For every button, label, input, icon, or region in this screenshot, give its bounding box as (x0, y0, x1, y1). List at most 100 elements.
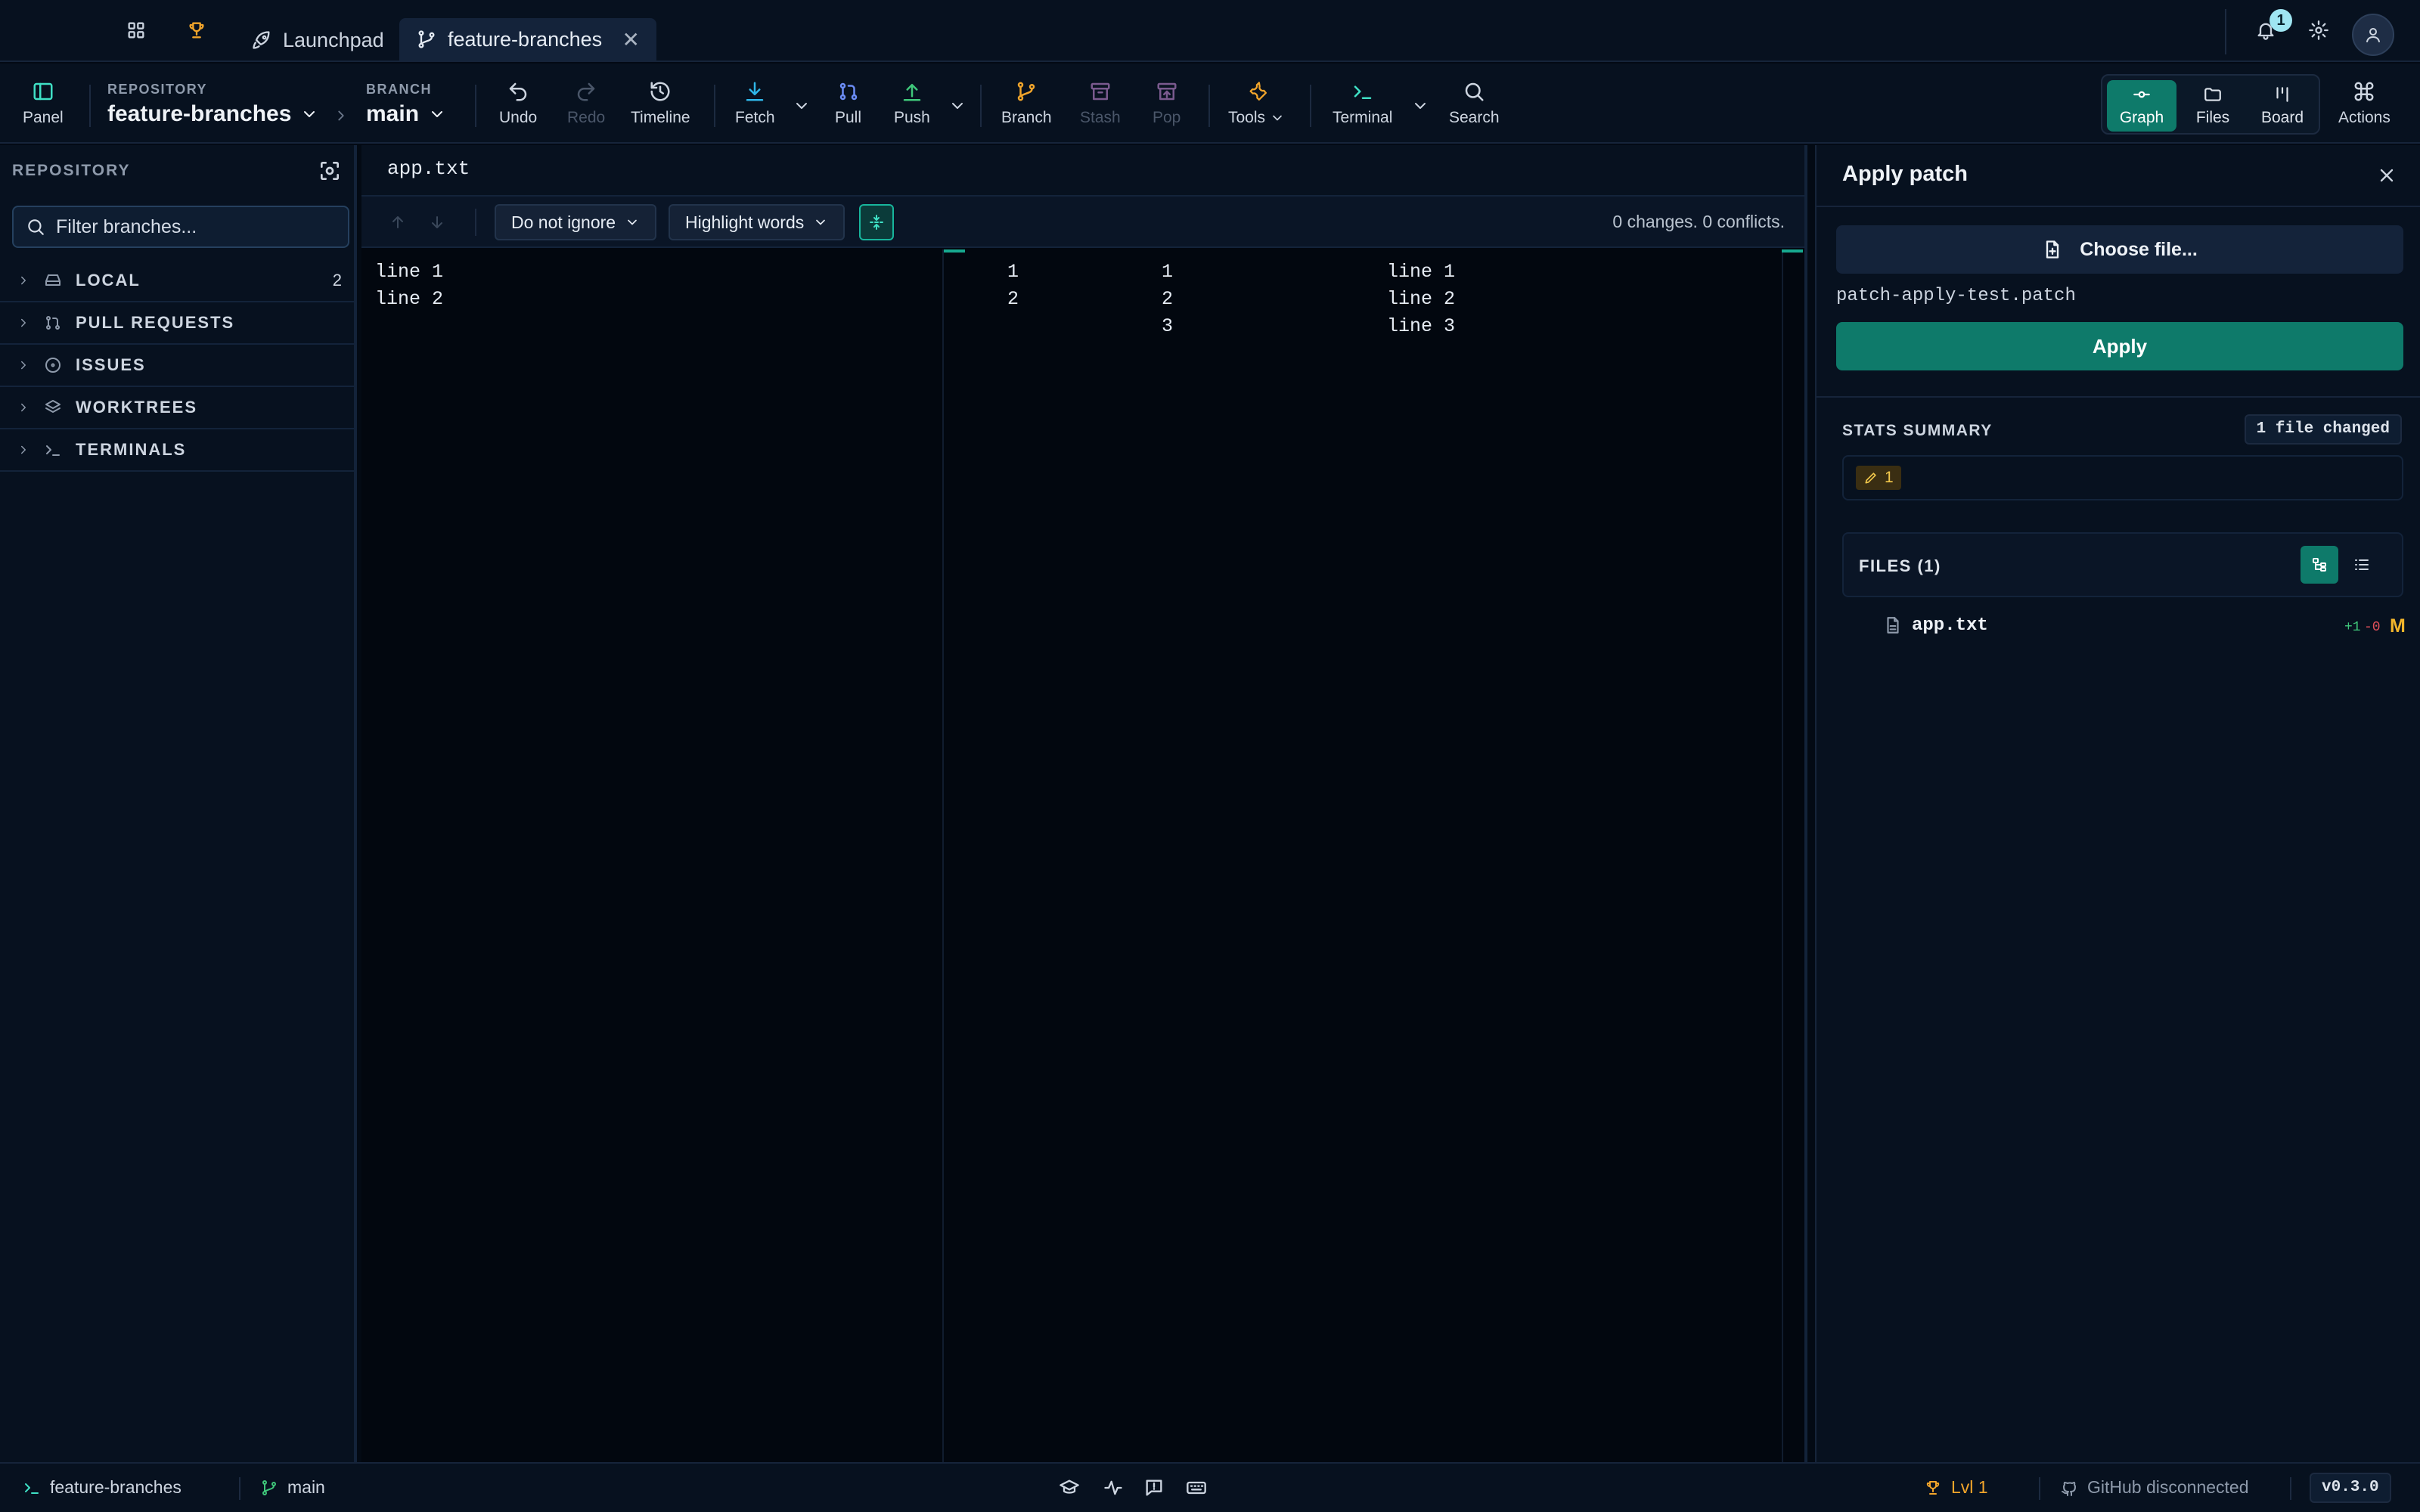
fetch-label: Fetch (735, 109, 775, 126)
tree-view-button[interactable] (2301, 546, 2338, 584)
file-icon (1883, 615, 1903, 635)
pop-button[interactable]: Pop (1153, 80, 1181, 127)
divider (1817, 396, 2420, 398)
trophy-icon[interactable] (186, 20, 207, 41)
level-indicator[interactable]: Lvl 1 (1924, 1477, 1988, 1498)
sidebar-section-terminals[interactable]: TERMINALS (0, 429, 354, 472)
activity-icon[interactable] (1103, 1477, 1124, 1498)
actions-button[interactable]: Actions (2338, 80, 2391, 127)
upload-icon (901, 80, 923, 103)
fetch-button[interactable]: Fetch (735, 80, 775, 127)
push-button[interactable]: Push (894, 80, 930, 127)
undo-button[interactable]: Undo (499, 80, 537, 127)
new-line-number: 2 (1162, 288, 1174, 310)
branch-button[interactable]: Branch (1001, 80, 1052, 127)
selected-patch-file: patch-apply-test.patch (1836, 286, 2076, 306)
whitespace-select[interactable]: Do not ignore (495, 204, 657, 240)
tools-button[interactable]: Tools (1228, 80, 1285, 127)
panel-resize-handle[interactable] (1804, 145, 1807, 1462)
diff-scrollbar-track[interactable] (1782, 249, 1783, 1462)
undo-icon (507, 80, 529, 103)
terminal-icon (1351, 80, 1374, 103)
tab-feature-branches[interactable]: feature-branches ✕ (399, 18, 656, 60)
focus-icon[interactable] (318, 159, 342, 183)
divider (2225, 9, 2226, 54)
fetch-options-chevron-icon[interactable] (793, 97, 811, 115)
status-repository[interactable]: feature-branches (23, 1477, 182, 1498)
panel-button[interactable]: Panel (23, 80, 64, 127)
avatar[interactable] (2352, 14, 2394, 56)
diff-right-pane: line 1 line 2 line 3 (945, 249, 1807, 1462)
stash-label: Stash (1080, 109, 1121, 126)
files-view-button[interactable]: Files (2178, 80, 2248, 132)
previous-change-icon[interactable] (389, 213, 407, 231)
filter-branches-input[interactable]: Filter branches... (12, 206, 349, 248)
status-bar: feature-branches main Lvl 1 GitHub disco… (0, 1462, 2420, 1512)
new-line-number: 3 (1162, 315, 1174, 337)
stash-button[interactable]: Stash (1080, 80, 1121, 127)
divider (2290, 1477, 2291, 1500)
close-tab-icon[interactable]: ✕ (622, 27, 640, 52)
panel-title: Apply patch (1842, 162, 1968, 186)
repository-selector[interactable]: feature-branches (107, 101, 318, 127)
apply-button[interactable]: Apply (1836, 322, 2403, 370)
sidebar-section-label: LOCAL (76, 271, 141, 290)
branch-icon (1015, 80, 1038, 103)
chevron-down-icon (625, 215, 640, 230)
github-status[interactable]: GitHub disconnected (2060, 1477, 2249, 1498)
collapse-unchanged-toggle[interactable] (859, 204, 894, 240)
branch-selector[interactable]: main (366, 101, 446, 127)
close-icon[interactable] (2376, 165, 2397, 186)
trophy-icon (1924, 1479, 1942, 1497)
tab-launchpad-label: Launchpad (283, 28, 384, 51)
next-change-icon[interactable] (428, 213, 446, 231)
board-view-button[interactable]: Board (2248, 80, 2317, 132)
choose-file-label: Choose file... (2080, 238, 2198, 260)
grid-icon[interactable] (126, 20, 147, 41)
sidebar-section-label: ISSUES (76, 355, 146, 374)
redo-label: Redo (567, 109, 606, 126)
status-branch-name: main (287, 1477, 325, 1497)
right-line-3: line 3 (1387, 315, 1456, 337)
history-icon (649, 80, 672, 103)
tree-icon (2310, 556, 2328, 574)
whitespace-select-value: Do not ignore (511, 212, 616, 232)
search-label: Search (1449, 109, 1500, 126)
graph-view-button[interactable]: Graph (2107, 80, 2176, 132)
choose-file-button[interactable]: Choose file... (1836, 225, 2403, 274)
branch-caption: BRANCH (366, 82, 432, 97)
search-button[interactable]: Search (1449, 80, 1500, 127)
status-branch[interactable]: main (260, 1477, 325, 1498)
keyboard-icon[interactable] (1186, 1477, 1207, 1498)
apply-patch-panel: Apply patch Choose file... patch-apply-t… (1815, 145, 2420, 1462)
repository-name: feature-branches (107, 101, 292, 126)
sidebar-section-worktrees[interactable]: WORKTREES (0, 387, 354, 429)
file-status-badge: M (2390, 615, 2406, 637)
sidebar-section-issues[interactable]: ISSUES (0, 345, 354, 387)
redo-button[interactable]: Redo (567, 80, 605, 127)
sidebar-section-local[interactable]: LOCAL 2 (0, 260, 354, 302)
local-branch-count: 2 (332, 271, 342, 290)
kanban-icon (2273, 85, 2292, 104)
feedback-icon[interactable] (1143, 1477, 1165, 1498)
tab-launchpad[interactable]: Launchpad (240, 18, 395, 62)
board-view-label: Board (2260, 109, 2304, 126)
push-options-chevron-icon[interactable] (948, 97, 966, 115)
graduation-cap-icon[interactable] (1059, 1477, 1080, 1498)
timeline-button[interactable]: Timeline (631, 80, 690, 127)
wrench-icon (1246, 80, 1269, 103)
commit-icon (2132, 85, 2152, 104)
diff-scroll-marker (1782, 249, 1803, 253)
left-line-2: line 2 (375, 288, 444, 310)
gear-icon[interactable] (2308, 20, 2329, 41)
terminal-options-chevron-icon[interactable] (1411, 97, 1429, 115)
highlight-select[interactable]: Highlight words (669, 204, 845, 240)
terminal-button[interactable]: Terminal (1333, 80, 1392, 127)
file-list-item[interactable]: app.txt +1 -0 M (1842, 608, 2406, 644)
pull-button[interactable]: Pull (835, 80, 861, 127)
list-icon (2353, 556, 2371, 574)
sidebar-section-pull-requests[interactable]: PULL REQUESTS (0, 302, 354, 345)
right-line-2: line 2 (1387, 288, 1456, 310)
list-view-button[interactable] (2343, 546, 2381, 584)
chevron-down-icon (1270, 110, 1285, 125)
